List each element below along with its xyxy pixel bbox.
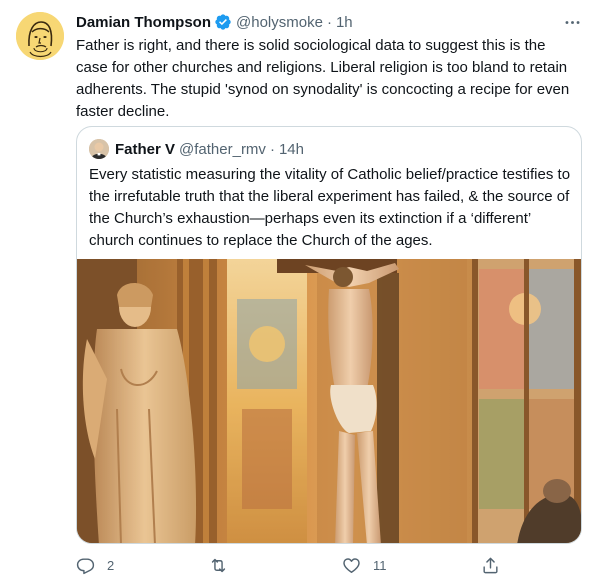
like-count: 11 (373, 557, 387, 573)
more-icon[interactable] (562, 12, 582, 32)
author-name[interactable]: Damian Thompson (76, 14, 211, 31)
retweet-icon (211, 558, 226, 572)
tweet-header: Damian Thompson @holysmoke · 1h (76, 12, 582, 32)
quoted-tweet-photo[interactable] (77, 259, 581, 543)
quoted-tweet-header: Father V @father_rmv · 14h (89, 139, 304, 159)
tweet-timestamp[interactable]: 1h (336, 14, 353, 31)
retweet-button[interactable] (209, 553, 240, 577)
reply-button[interactable]: 2 (76, 553, 114, 577)
quoted-separator-dot: · (269, 140, 275, 158)
verified-badge-icon (214, 13, 232, 31)
tweet-text: Father is right, and there is solid soci… (76, 37, 570, 120)
quoted-author-handle: @father_rmv (179, 140, 266, 158)
author-avatar-drawing (16, 12, 64, 60)
author-avatar[interactable] (16, 12, 64, 60)
share-button[interactable] (481, 553, 500, 577)
quoted-author-avatar (89, 139, 109, 159)
quoted-timestamp: 14h (278, 140, 304, 158)
like-button[interactable]: 11 (342, 553, 387, 577)
quoted-tweet[interactable]: Father V @father_rmv · 14h Every statist… (76, 126, 582, 544)
quoted-author-name: Father V (115, 140, 176, 158)
heart-icon (343, 557, 360, 573)
tweet[interactable]: Damian Thompson @holysmoke · 1h Father i… (0, 0, 598, 587)
tweet-actions: 2 11 (76, 553, 516, 577)
separator-dot: · (326, 13, 332, 31)
church-interior-image (77, 259, 581, 543)
share-icon (483, 557, 498, 573)
quoted-tweet-text: Every statistic measuring the vitality o… (89, 166, 571, 249)
reply-icon (76, 557, 95, 574)
reply-count: 2 (107, 557, 115, 573)
author-handle[interactable]: @holysmoke (236, 14, 323, 31)
